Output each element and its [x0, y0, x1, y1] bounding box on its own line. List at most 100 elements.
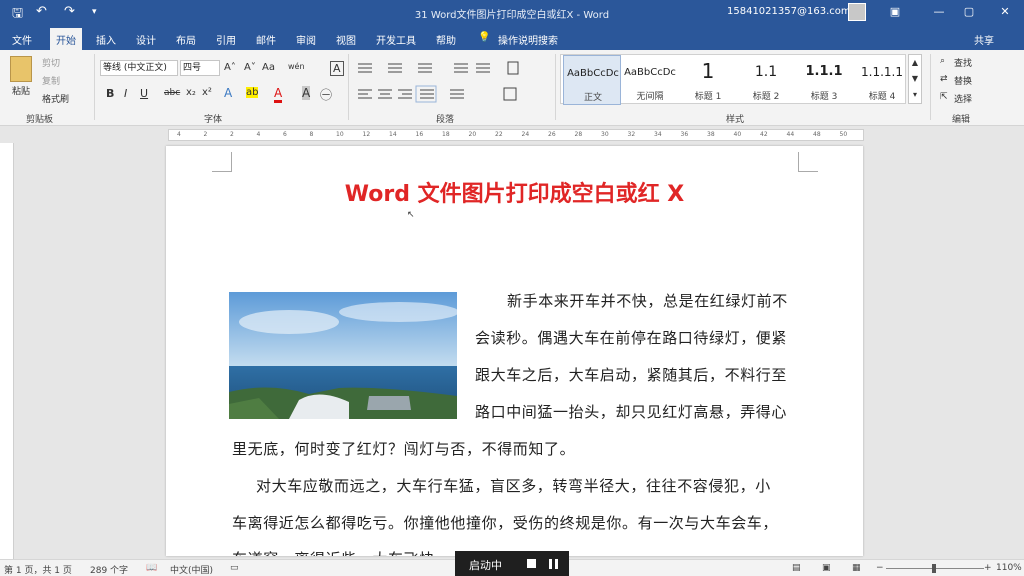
font-color-button[interactable]: A	[274, 86, 283, 103]
page-count[interactable]: 第 1 页，共 1 页	[4, 563, 72, 576]
style-normal[interactable]: AaBbCcDc 正文	[563, 55, 621, 105]
proofing-icon[interactable]: 📖	[146, 563, 157, 573]
web-layout-icon[interactable]: ▦	[852, 563, 861, 573]
phonetic-guide-button[interactable]: wén	[288, 62, 305, 71]
close-button[interactable]: ✕	[990, 3, 1020, 21]
subscript-button[interactable]: x₂	[186, 87, 196, 98]
paragraph-line[interactable]: 路口中间猛一抬头，却只见红灯高悬，弄得心	[475, 401, 787, 422]
paste-button[interactable]: 粘贴	[12, 84, 30, 97]
ruler-tick-label: 2	[203, 131, 208, 138]
group-divider	[555, 54, 556, 120]
right-margin-area	[1010, 143, 1024, 559]
styles-more-icon[interactable]: ▲ ▼ ▾	[908, 54, 922, 104]
char-shading-button[interactable]: A	[302, 86, 311, 100]
paragraph-line[interactable]: 会读秒。偶遇大车在前停在路口待绿灯，便紧	[475, 327, 787, 348]
ruler-tick-label: 24	[521, 131, 530, 138]
avatar[interactable]	[848, 3, 866, 21]
tab-layout[interactable]: 布局	[176, 32, 196, 47]
paragraph-line[interactable]: 新手本来开车并不快，总是在红绿灯前不	[507, 290, 788, 311]
account-name[interactable]: 15841021357@163.com	[727, 6, 851, 17]
restore-button[interactable]: ▢	[954, 3, 984, 21]
ruler-tick-label: 2	[230, 131, 234, 138]
style-heading-2[interactable]: 1.1 标题 2	[737, 55, 795, 105]
paste-icon[interactable]	[10, 56, 32, 82]
cut-button[interactable]: 剪切	[42, 56, 60, 69]
font-group-label: 字体	[204, 115, 223, 125]
paragraph-line[interactable]: 车道窄，离得近些，大车飞快	[232, 548, 435, 556]
bold-button[interactable]: B	[106, 87, 114, 100]
zoom-level[interactable]: 110%	[996, 563, 1022, 573]
tab-help[interactable]: 帮助	[436, 32, 456, 47]
tab-file[interactable]: 文件	[12, 32, 32, 47]
zoom-slider-thumb[interactable]	[932, 564, 936, 573]
style-heading-3[interactable]: 1.1.1 标题 3	[795, 55, 853, 105]
replace-button[interactable]: 替换	[954, 74, 972, 87]
zoom-out-button[interactable]: −	[876, 563, 884, 573]
ruler-tick-label: 14	[389, 131, 397, 138]
ruler-tick-label: 34	[654, 131, 662, 138]
copy-button[interactable]: 复制	[42, 74, 60, 87]
zoom-in-button[interactable]: +	[984, 563, 992, 573]
vertical-ruler[interactable]	[0, 143, 14, 559]
group-divider	[930, 54, 931, 120]
ruler-tick-label: 20	[468, 131, 477, 138]
enclose-char-button[interactable]: ㊀	[320, 86, 332, 103]
highlight-button[interactable]: ab	[246, 87, 259, 98]
style-sample: 1.1.1.1	[861, 65, 903, 79]
ruler-tick-label: 8	[309, 131, 314, 138]
font-name-combo[interactable]: 等线 (中文正文)	[100, 60, 178, 76]
document-heading[interactable]: Word 文件图片打印成空白或红 X	[166, 176, 863, 208]
pause-icon[interactable]	[555, 559, 558, 569]
ribbon-display-icon[interactable]: ▣	[880, 3, 910, 21]
stop-icon[interactable]	[527, 559, 536, 568]
read-mode-icon[interactable]: ▤	[792, 563, 801, 573]
horizontal-ruler[interactable]: 4 2 2 4 6 8 10 12 14 16 18 20 22 24 26 28 30 32 34 36 38 40 42…	[0, 127, 1024, 143]
style-no-spacing[interactable]: AaBbCcDc 无间隔	[621, 55, 679, 105]
tab-review[interactable]: 审阅	[296, 32, 316, 47]
ruler-tick-label: 48	[813, 131, 821, 138]
minimize-button[interactable]: —	[924, 3, 954, 21]
paragraph-tools[interactable]	[354, 58, 550, 104]
ruler-tick-label: 4	[177, 131, 181, 138]
print-layout-icon[interactable]: ▣	[822, 563, 831, 573]
style-heading-1[interactable]: 1 标题 1	[679, 55, 737, 105]
macro-record-icon[interactable]: ▭	[230, 563, 239, 573]
italic-button[interactable]: I	[124, 87, 127, 100]
style-name: 标题 2	[752, 92, 780, 102]
pause-icon[interactable]	[549, 559, 552, 569]
paragraph-line[interactable]: 车离得近怎么都得吃亏。你撞他他撞你，受伤的终规是你。有一次与大车会车，	[232, 512, 778, 533]
paragraph-line[interactable]: 里无底，何时变了红灯？闯灯与否，不得而知了。	[232, 438, 575, 459]
paragraph-line[interactable]: 跟大车之后，大车启动，紧随其后，不料行至	[475, 364, 787, 385]
underline-button[interactable]: U	[140, 87, 148, 100]
replace-icon: ⇄	[940, 74, 948, 84]
photo-image	[229, 292, 457, 419]
format-painter-button[interactable]: 格式刷	[42, 92, 69, 105]
share-button[interactable]: 共享	[974, 32, 994, 47]
tab-view[interactable]: 视图	[336, 32, 356, 47]
tab-developer[interactable]: 开发工具	[376, 32, 416, 47]
margin-corner-mark	[212, 152, 232, 172]
grow-font-button[interactable]: A˄	[224, 62, 236, 73]
text-effects-button[interactable]: A	[224, 86, 232, 100]
tab-home[interactable]: 开始	[50, 28, 82, 50]
document-page[interactable]: Word 文件图片打印成空白或红 X ↖ 新手本来开车并不快，总是在红绿灯前不 …	[166, 146, 863, 556]
char-border-button[interactable]: A	[330, 61, 344, 76]
shrink-font-button[interactable]: A˅	[244, 62, 256, 73]
find-button[interactable]: 查找	[954, 56, 972, 69]
tab-references[interactable]: 引用	[216, 32, 236, 47]
change-case-button[interactable]: Aa	[262, 62, 275, 73]
select-button[interactable]: 选择	[954, 92, 972, 105]
tell-me-search[interactable]: 操作说明搜索	[498, 32, 558, 47]
style-heading-4[interactable]: 1.1.1.1 标题 4	[853, 55, 911, 105]
font-size-combo[interactable]: 四号	[180, 60, 220, 76]
tab-design[interactable]: 设计	[136, 32, 156, 47]
ruler-tick-label: 6	[283, 131, 287, 138]
tab-mailings[interactable]: 邮件	[256, 32, 276, 47]
superscript-button[interactable]: x²	[202, 87, 212, 98]
language-indicator[interactable]: 中文(中国)	[170, 563, 213, 576]
word-count[interactable]: 289 个字	[90, 563, 128, 576]
strikethrough-button[interactable]: abc	[164, 88, 180, 98]
inline-photo[interactable]	[229, 292, 457, 419]
tab-insert[interactable]: 插入	[96, 32, 116, 47]
paragraph-line[interactable]: 对大车应敬而远之，大车行车猛，盲区多，转弯半径大，往往不容侵犯，小	[256, 475, 771, 496]
